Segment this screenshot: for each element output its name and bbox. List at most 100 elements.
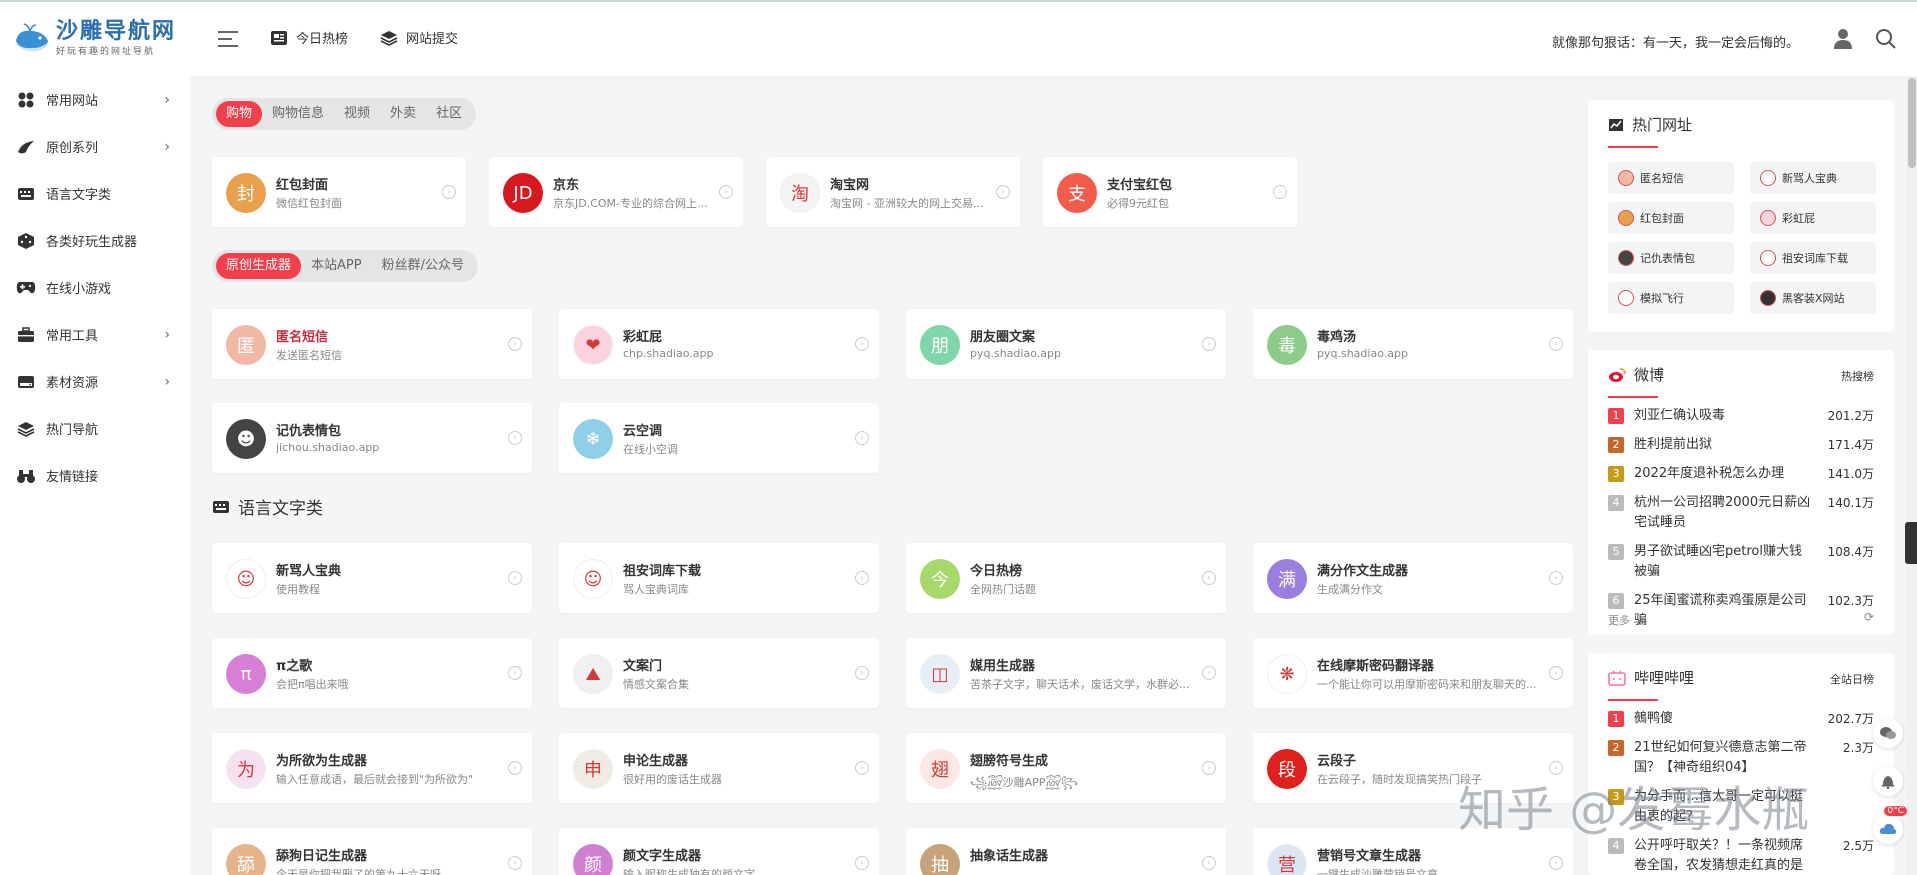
rank-item[interactable]: 1 鵺鸭傻 202.7万: [1608, 709, 1874, 729]
sidebar-item-6[interactable]: 素材资源 ›: [0, 358, 190, 405]
go-arrow-icon[interactable]: ›: [508, 337, 522, 351]
site-card[interactable]: 申申论生成器 很好用的废话生成器 ›: [559, 733, 879, 803]
sidebar-item-8[interactable]: 友情链接: [0, 452, 190, 499]
side-drawer-handle[interactable]: [1905, 522, 1917, 564]
go-arrow-icon[interactable]: ›: [855, 761, 869, 775]
go-arrow-icon[interactable]: ›: [1202, 856, 1216, 870]
go-arrow-icon[interactable]: ›: [719, 185, 733, 199]
tab-0[interactable]: 购物: [216, 101, 263, 127]
go-arrow-icon[interactable]: ›: [442, 185, 456, 199]
bell-icon[interactable]: [1873, 766, 1903, 796]
go-arrow-icon[interactable]: ›: [855, 666, 869, 680]
site-card[interactable]: ❤ 彩虹屁 chp.shadiao.app ›: [559, 309, 879, 379]
go-arrow-icon[interactable]: ›: [855, 431, 869, 445]
go-arrow-icon[interactable]: ›: [1202, 761, 1216, 775]
site-icon: [1760, 170, 1776, 186]
sidebar-item-1[interactable]: 原创系列 ›: [0, 123, 190, 170]
scrollbar-thumb[interactable]: [1908, 78, 1916, 168]
site-card[interactable]: 封红包封面 微信红包封面 ›: [212, 157, 466, 227]
weather-icon[interactable]: [1873, 814, 1903, 844]
tab-1[interactable]: 本站APP: [301, 253, 372, 279]
tab-2[interactable]: 视频: [334, 101, 380, 127]
hot-site-link[interactable]: 记仇表情包: [1608, 242, 1734, 274]
bilibili-daily-rank-link[interactable]: 全站日榜: [1830, 671, 1874, 687]
site-card[interactable]: ☺ 祖安词库下载 骂人宝典词库 ›: [559, 543, 879, 613]
go-arrow-icon[interactable]: ›: [508, 856, 522, 870]
site-card[interactable]: ☻ 记仇表情包 jichou.shadiao.app ›: [212, 403, 532, 473]
rank-item[interactable]: 2 胜利提前出狱 171.4万: [1608, 435, 1874, 455]
hot-site-link[interactable]: 新骂人宝典: [1750, 162, 1876, 194]
go-arrow-icon[interactable]: ›: [508, 571, 522, 585]
site-card[interactable]: JD 京东 京东JD.COM-专业的综合网上... ›: [489, 157, 743, 227]
site-card[interactable]: 今今日热榜 全网热门话题 ›: [906, 543, 1226, 613]
tab-1[interactable]: 购物信息: [262, 101, 334, 127]
site-card[interactable]: 满满分作文生成器 生成满分作文 ›: [1253, 543, 1573, 613]
rank-item[interactable]: 5 男子欲试睡凶宅petrol赚大钱被骗 108.4万: [1608, 542, 1874, 582]
site-card[interactable]: 抽抽象话生成器 ›: [906, 828, 1226, 875]
site-card[interactable]: ❄ 云空调 在线小空调 ›: [559, 403, 879, 473]
site-card[interactable]: 淘淘宝网 淘宝网 - 亚洲较大的网上交易... ›: [766, 157, 1020, 227]
search-icon[interactable]: [1875, 28, 1897, 50]
sidebar-item-3[interactable]: 各类好玩生成器: [0, 217, 190, 264]
go-arrow-icon[interactable]: ›: [855, 337, 869, 351]
site-card[interactable]: 为为所欲为生成器 输入任意成语，最后就会接到"为所欲为" ›: [212, 733, 532, 803]
site-card[interactable]: 毒毒鸡汤 pyq.shadiao.app ›: [1253, 309, 1573, 379]
sidebar-item-4[interactable]: 在线小游戏: [0, 264, 190, 311]
site-card[interactable]: ☺ 新骂人宝典 使用教程 ›: [212, 543, 532, 613]
go-arrow-icon[interactable]: ›: [508, 431, 522, 445]
wechat-icon[interactable]: [1873, 718, 1903, 748]
site-card[interactable]: 匿匿名短信 发送匿名短信 ›: [212, 309, 532, 379]
go-arrow-icon[interactable]: ›: [1549, 856, 1563, 870]
site-card[interactable]: π π之歌 会把π唱出来哦 ›: [212, 638, 532, 708]
tab-3[interactable]: 外卖: [380, 101, 426, 127]
weibo-more-link[interactable]: 更多: [1608, 612, 1630, 628]
sidebar-item-2[interactable]: 语言文字类: [0, 170, 190, 217]
tab-0[interactable]: 原创生成器: [216, 253, 302, 279]
rank-item[interactable]: 4 公开呼吁取关？！一条视频席卷全国，农发猜想走红真的是偶然吗？ 2.5万: [1608, 836, 1874, 875]
nav-today-hot[interactable]: 今日热榜: [270, 28, 348, 47]
hot-site-link[interactable]: 彩虹屁: [1750, 202, 1876, 234]
refresh-icon[interactable]: ⟳: [1864, 610, 1874, 624]
go-arrow-icon[interactable]: ›: [1202, 666, 1216, 680]
weibo-hot-search-link[interactable]: 热搜榜: [1841, 368, 1874, 384]
go-arrow-icon[interactable]: ›: [508, 761, 522, 775]
rank-item[interactable]: 6 25年闺蜜谎称卖鸡蛋原是公司骗 102.3万: [1608, 591, 1874, 631]
hot-site-link[interactable]: 祖安词库下载: [1750, 242, 1876, 274]
site-card[interactable]: ◫ 媒用生成器 苦茶子文字，聊天话术，废话文学，水群必... ›: [906, 638, 1226, 708]
rank-item[interactable]: 1 刘亚仁确认吸毒 201.2万: [1608, 406, 1874, 426]
go-arrow-icon[interactable]: ›: [855, 856, 869, 870]
go-arrow-icon[interactable]: ›: [1202, 337, 1216, 351]
go-arrow-icon[interactable]: ›: [1549, 571, 1563, 585]
hot-site-link[interactable]: 黑客装X网站: [1750, 282, 1876, 314]
nav-submit-site[interactable]: 网站提交: [380, 28, 458, 47]
page-scrollbar[interactable]: [1907, 76, 1917, 875]
hot-site-link[interactable]: 匿名短信: [1608, 162, 1734, 194]
user-icon[interactable]: [1833, 28, 1853, 50]
go-arrow-icon[interactable]: ›: [1202, 571, 1216, 585]
tab-4[interactable]: 社区: [426, 101, 472, 127]
site-card[interactable]: ⛰ 文案门 情感文案合集 ›: [559, 638, 879, 708]
site-title: 翅膀符号生成: [970, 754, 1049, 769]
tab-2[interactable]: 粉丝群/公众号: [372, 253, 474, 279]
go-arrow-icon[interactable]: ›: [996, 185, 1010, 199]
rank-item[interactable]: 4 杭州一公司招聘2000元日薪凶宅试睡员 140.1万: [1608, 493, 1874, 533]
hot-site-link[interactable]: 红包封面: [1608, 202, 1734, 234]
site-card[interactable]: ❋ 在线摩斯密码翻译器 一个能让你可以用摩斯密码来和朋友聊天的... ›: [1253, 638, 1573, 708]
sidebar-item-0[interactable]: 常用网站 ›: [0, 76, 190, 123]
site-card[interactable]: 颜颜文字生成器 输入昵称生成独有的颜文字 ›: [559, 828, 879, 875]
rank-item[interactable]: 3 2022年度退补税怎么办理 141.0万: [1608, 464, 1874, 484]
site-card[interactable]: 朋朋友圈文案 pyq.shadiao.app ›: [906, 309, 1226, 379]
menu-toggle-icon[interactable]: [218, 30, 240, 48]
sidebar-item-5[interactable]: 常用工具 ›: [0, 311, 190, 358]
go-arrow-icon[interactable]: ›: [1549, 337, 1563, 351]
hot-site-link[interactable]: 模拟飞行: [1608, 282, 1734, 314]
site-logo[interactable]: 沙雕导航网 好玩有趣的网址导航: [12, 20, 176, 57]
site-card[interactable]: 翅翅膀符号生成 ꧁꫞沙雕APP꫞꧂ ›: [906, 733, 1226, 803]
site-card[interactable]: 支支付宝红包 必得9元红包 ›: [1043, 157, 1297, 227]
go-arrow-icon[interactable]: ›: [1549, 666, 1563, 680]
go-arrow-icon[interactable]: ›: [1273, 185, 1287, 199]
sidebar-item-7[interactable]: 热门导航: [0, 405, 190, 452]
go-arrow-icon[interactable]: ›: [508, 666, 522, 680]
go-arrow-icon[interactable]: ›: [855, 571, 869, 585]
site-card[interactable]: 舔舔狗日记生成器 今天是你把我删了的第九十六天呀 ›: [212, 828, 532, 875]
